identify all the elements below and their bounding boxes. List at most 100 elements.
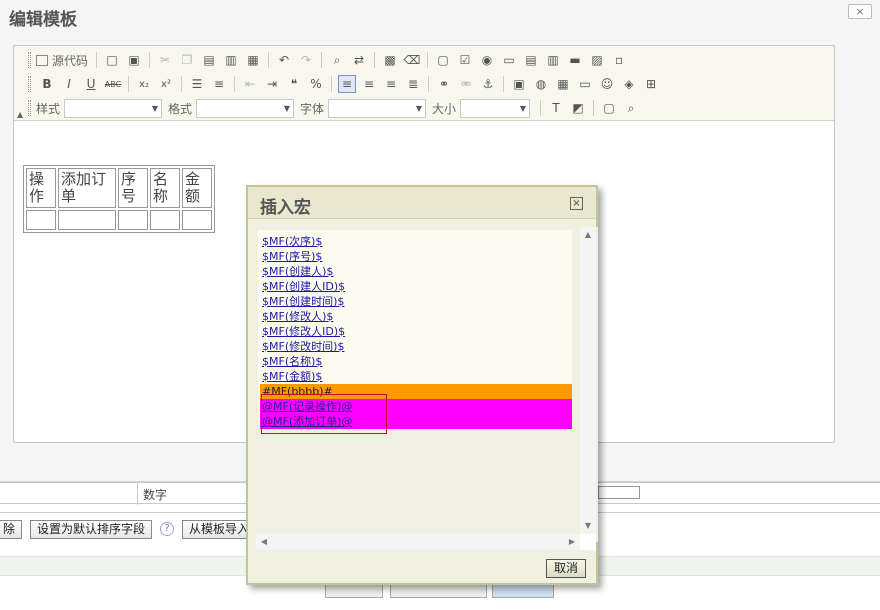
- macro-item[interactable]: $MF(修改人)$: [260, 309, 572, 324]
- table-cell[interactable]: [150, 210, 180, 230]
- cut-icon[interactable]: ✂: [156, 51, 174, 69]
- radio-icon[interactable]: ◉: [478, 51, 496, 69]
- table-header-cell[interactable]: 金额: [182, 168, 212, 208]
- horizontal-scrollbar[interactable]: ◀ ▶: [256, 534, 580, 550]
- close-icon[interactable]: ×: [570, 197, 583, 210]
- table-header-cell[interactable]: 操作: [26, 168, 56, 208]
- hidden-field-icon[interactable]: ▫: [610, 51, 628, 69]
- table-header-cell[interactable]: 序号: [118, 168, 148, 208]
- import-template-button[interactable]: 从模板导入: [182, 520, 257, 539]
- maximize-icon[interactable]: ▢: [600, 99, 618, 117]
- replace-icon[interactable]: ⇄: [350, 51, 368, 69]
- format-select[interactable]: ▼: [196, 98, 295, 118]
- table-icon[interactable]: ▦: [554, 75, 572, 93]
- font-select[interactable]: ▼: [328, 98, 427, 118]
- button-field-icon[interactable]: ▬: [566, 51, 584, 69]
- grid-cell-input[interactable]: [598, 486, 640, 499]
- macro-item[interactable]: $MF(名称)$: [260, 354, 572, 369]
- preview-icon[interactable]: ▣: [125, 51, 143, 69]
- blockquote-icon[interactable]: ❝: [285, 75, 303, 93]
- undo-icon[interactable]: ↶: [275, 51, 293, 69]
- macro-item[interactable]: $MF(创建时间)$: [260, 294, 572, 309]
- div-container-icon[interactable]: %: [307, 75, 325, 93]
- align-right-icon[interactable]: ≡: [382, 75, 400, 93]
- macro-item[interactable]: $MF(修改人ID)$: [260, 324, 572, 339]
- set-default-sort-button[interactable]: 设置为默认排序字段: [30, 520, 153, 539]
- remove-format-icon[interactable]: ⌫: [403, 51, 421, 69]
- align-center-icon[interactable]: ≡: [360, 75, 378, 93]
- cancel-button[interactable]: 取消: [546, 559, 586, 578]
- copy-icon[interactable]: ❐: [178, 51, 196, 69]
- macro-item-highlighted[interactable]: @MF(添加订单)@: [260, 414, 572, 429]
- form-icon[interactable]: ▢: [434, 51, 452, 69]
- table-cell[interactable]: [182, 210, 212, 230]
- paste-text-icon[interactable]: ▥: [222, 51, 240, 69]
- table-header-cell[interactable]: 名称: [150, 168, 180, 208]
- special-char-icon[interactable]: ◈: [620, 75, 638, 93]
- redo-icon[interactable]: ↷: [297, 51, 315, 69]
- show-blocks-icon[interactable]: ⌕: [622, 99, 640, 117]
- macro-item-highlighted[interactable]: @MF(记录操作)@: [260, 399, 572, 414]
- style-select[interactable]: ▼: [64, 98, 163, 118]
- table-header-cell[interactable]: 添加订单: [58, 168, 116, 208]
- subscript-icon[interactable]: x₂: [135, 75, 153, 93]
- scroll-down-icon[interactable]: ▼: [580, 518, 596, 534]
- unlink-icon[interactable]: ⚮: [457, 75, 475, 93]
- anchor-icon[interactable]: ⚓: [479, 75, 497, 93]
- horizontal-rule-icon[interactable]: ▭: [576, 75, 594, 93]
- scroll-right-icon[interactable]: ▶: [564, 534, 580, 550]
- find-icon[interactable]: ⌕: [328, 51, 346, 69]
- align-left-icon[interactable]: ≡: [338, 75, 356, 93]
- macro-item[interactable]: $MF(金额)$: [260, 369, 572, 384]
- size-select[interactable]: ▼: [460, 98, 531, 118]
- background-color-icon[interactable]: ◩: [569, 99, 587, 117]
- smiley-icon[interactable]: ☺: [598, 75, 616, 93]
- paste-icon[interactable]: ▤: [200, 51, 218, 69]
- macro-item[interactable]: $MF(序号)$: [260, 249, 572, 264]
- page-break-icon[interactable]: ⊞: [642, 75, 660, 93]
- bullet-list-icon[interactable]: ≡: [210, 75, 228, 93]
- textarea-icon[interactable]: ▤: [522, 51, 540, 69]
- macro-item-highlighted[interactable]: #MF(bbbb)#: [260, 384, 572, 399]
- select-field-icon[interactable]: ▥: [544, 51, 562, 69]
- image-icon[interactable]: ▣: [510, 75, 528, 93]
- scroll-up-icon[interactable]: ▲: [580, 227, 596, 243]
- checkbox-icon[interactable]: ☑: [456, 51, 474, 69]
- strikethrough-icon[interactable]: ABC: [104, 75, 122, 93]
- italic-icon[interactable]: I: [60, 75, 78, 93]
- paste-word-icon[interactable]: ▦: [244, 51, 262, 69]
- scrollbar-corner: [580, 534, 596, 550]
- vertical-scrollbar[interactable]: ▲ ▼: [580, 227, 596, 534]
- underline-icon[interactable]: U: [82, 75, 100, 93]
- source-button[interactable]: 源代码: [36, 52, 88, 69]
- flash-icon[interactable]: ◍: [532, 75, 550, 93]
- macro-item[interactable]: $MF(修改时间)$: [260, 339, 572, 354]
- table-cell[interactable]: [26, 210, 56, 230]
- macro-item[interactable]: $MF(次序)$: [260, 234, 572, 249]
- select-all-icon[interactable]: ▩: [381, 51, 399, 69]
- link-icon[interactable]: ⚭: [435, 75, 453, 93]
- macro-dialog-titlebar[interactable]: 插入宏 ×: [248, 187, 596, 219]
- image-button-icon[interactable]: ▨: [588, 51, 606, 69]
- close-icon[interactable]: ×: [848, 4, 872, 19]
- background-button-3: [492, 584, 554, 598]
- new-page-icon[interactable]: □: [103, 51, 121, 69]
- outdent-icon[interactable]: ⇤: [241, 75, 259, 93]
- macro-item[interactable]: $MF(创建人)$: [260, 264, 572, 279]
- collapse-toolbar-icon[interactable]: ▲: [17, 110, 23, 119]
- align-justify-icon[interactable]: ≣: [404, 75, 422, 93]
- help-icon[interactable]: ?: [160, 522, 174, 536]
- macro-item[interactable]: $MF(创建人ID)$: [260, 279, 572, 294]
- text-color-icon[interactable]: T: [547, 99, 565, 117]
- superscript-icon[interactable]: x²: [157, 75, 175, 93]
- delete-button[interactable]: 除: [0, 520, 23, 539]
- textfield-icon[interactable]: ▭: [500, 51, 518, 69]
- toolbar-separator: [128, 76, 129, 92]
- table-cell[interactable]: [58, 210, 116, 230]
- numbered-list-icon[interactable]: ☰: [188, 75, 206, 93]
- indent-icon[interactable]: ⇥: [263, 75, 281, 93]
- bold-icon[interactable]: B: [38, 75, 56, 93]
- chevron-down-icon: ▼: [415, 103, 423, 113]
- table-cell[interactable]: [118, 210, 148, 230]
- scroll-left-icon[interactable]: ◀: [256, 534, 272, 550]
